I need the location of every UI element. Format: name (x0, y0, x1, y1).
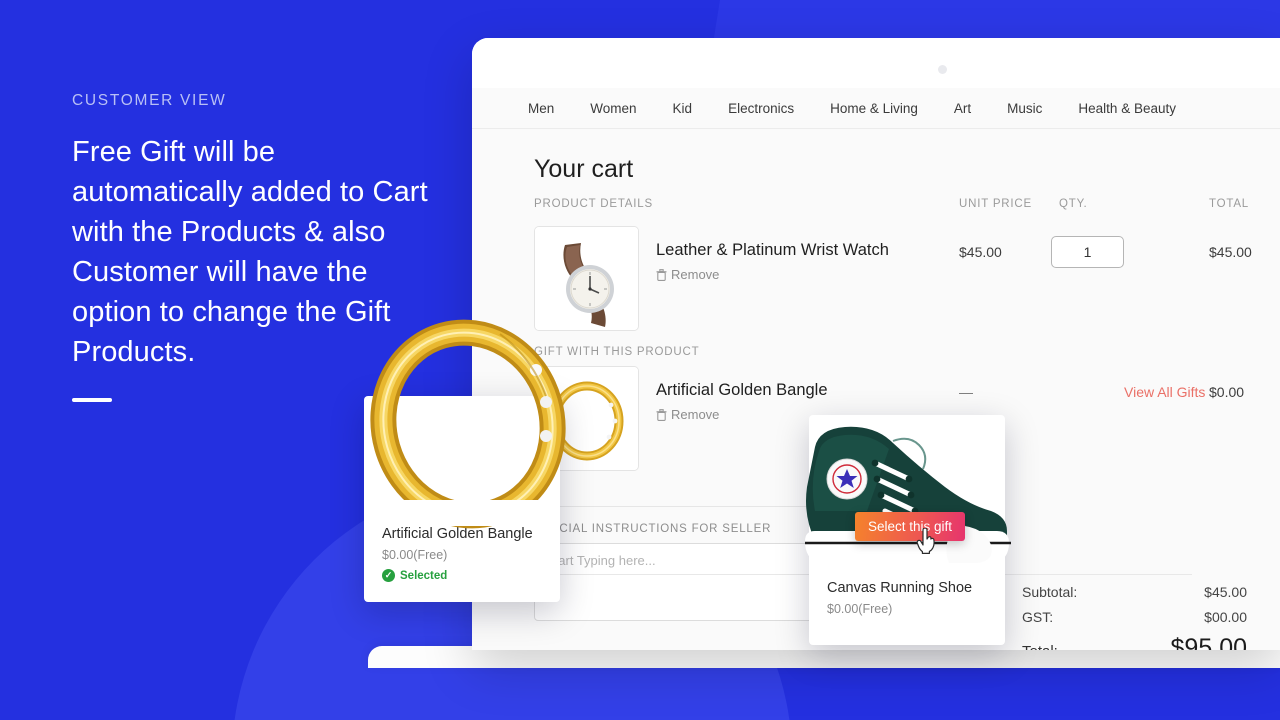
remove-gift-button[interactable]: Remove (656, 407, 719, 422)
gift-card-bangle-media (364, 319, 566, 529)
cart-row-product: Leather & Platinum Wrist Watch Remove $4… (534, 226, 1280, 336)
column-header-qty: QTY. (1059, 198, 1088, 210)
gift-card-bangle-status-label: Selected (400, 569, 448, 582)
order-totals: Subtotal: $45.00 GST: $00.00 Total: $95.… (1022, 584, 1247, 650)
gift-section-label: GIFT WITH THIS PRODUCT (534, 346, 700, 358)
promo-underline (72, 398, 112, 402)
nav-item-electronics[interactable]: Electronics (728, 101, 794, 116)
totals-row-subtotal: Subtotal: $45.00 (1022, 584, 1247, 600)
promo-eyebrow: CUSTOMER VIEW (72, 92, 227, 109)
nav-item-art[interactable]: Art (954, 101, 971, 116)
remove-gift-label: Remove (671, 407, 720, 422)
trash-icon (656, 268, 667, 281)
gift-unit-price: — (959, 384, 973, 400)
trash-icon (656, 408, 667, 421)
view-all-gifts-link[interactable]: View All Gifts (1124, 384, 1205, 400)
subtotal-label: Subtotal: (1022, 584, 1078, 600)
totals-row-gst: GST: $00.00 (1022, 609, 1247, 625)
product-line-total: $45.00 (1209, 244, 1252, 260)
total-label: Total: (1022, 643, 1058, 650)
gift-line-total: $0.00 (1209, 384, 1245, 400)
nav-item-kid[interactable]: Kid (673, 101, 693, 116)
gift-card-shoe-body: Canvas Running Shoe $0.00(Free) (809, 580, 1005, 616)
column-header-total: TOTAL (1209, 198, 1249, 210)
gst-label: GST: (1022, 609, 1054, 625)
special-instructions-textarea[interactable]: Start Typing here... (534, 543, 824, 621)
check-circle-icon: ✓ (382, 569, 395, 582)
nav-item-home-living[interactable]: Home & Living (830, 101, 918, 116)
column-header-product-details: PRODUCT DETAILS (534, 198, 653, 210)
gst-value: $00.00 (1204, 609, 1247, 625)
gift-name: Artificial Golden Bangle (656, 381, 828, 399)
slide-canvas: CUSTOMER VIEW Free Gift will be automati… (0, 0, 1280, 720)
nav-item-health-beauty[interactable]: Health & Beauty (1078, 101, 1176, 116)
gift-card-shoe-title: Canvas Running Shoe (827, 580, 973, 596)
qty-input[interactable] (1051, 236, 1124, 268)
gift-card-shoe-price: $0.00(Free) (827, 602, 893, 616)
screen-bezel (472, 38, 1280, 88)
nav-item-music[interactable]: Music (1007, 101, 1042, 116)
subtotal-value: $45.00 (1204, 584, 1247, 600)
product-unit-price: $45.00 (959, 244, 1002, 260)
remove-product-label: Remove (671, 267, 720, 282)
page-title: Your cart (534, 155, 634, 183)
column-header-unit-price: UNIT PRICE (959, 198, 1032, 210)
select-this-gift-button[interactable]: Select this gift (855, 512, 966, 541)
nav-item-men[interactable]: Men (528, 101, 554, 116)
camera-dot-icon (938, 65, 947, 74)
gift-card-bangle-price: $0.00(Free) (382, 548, 448, 562)
totals-row-total: Total: $95.00 (1022, 634, 1247, 650)
product-name: Leather & Platinum Wrist Watch (656, 241, 889, 259)
gift-card-bangle-status: ✓ Selected (382, 569, 542, 582)
gift-card-shoe-media (805, 415, 1011, 580)
nav-item-women[interactable]: Women (590, 101, 636, 116)
remove-product-button[interactable]: Remove (656, 267, 719, 282)
total-value: $95.00 (1170, 634, 1247, 650)
canvas-sneaker-icon (805, 426, 1011, 563)
category-navbar: Men Women Kid Electronics Home & Living … (472, 88, 1280, 129)
gift-card-bangle[interactable]: Artificial Golden Bangle $0.00(Free) ✓ S… (364, 319, 566, 602)
cart-column-headers: PRODUCT DETAILS UNIT PRICE QTY. TOTAL (534, 198, 1280, 216)
